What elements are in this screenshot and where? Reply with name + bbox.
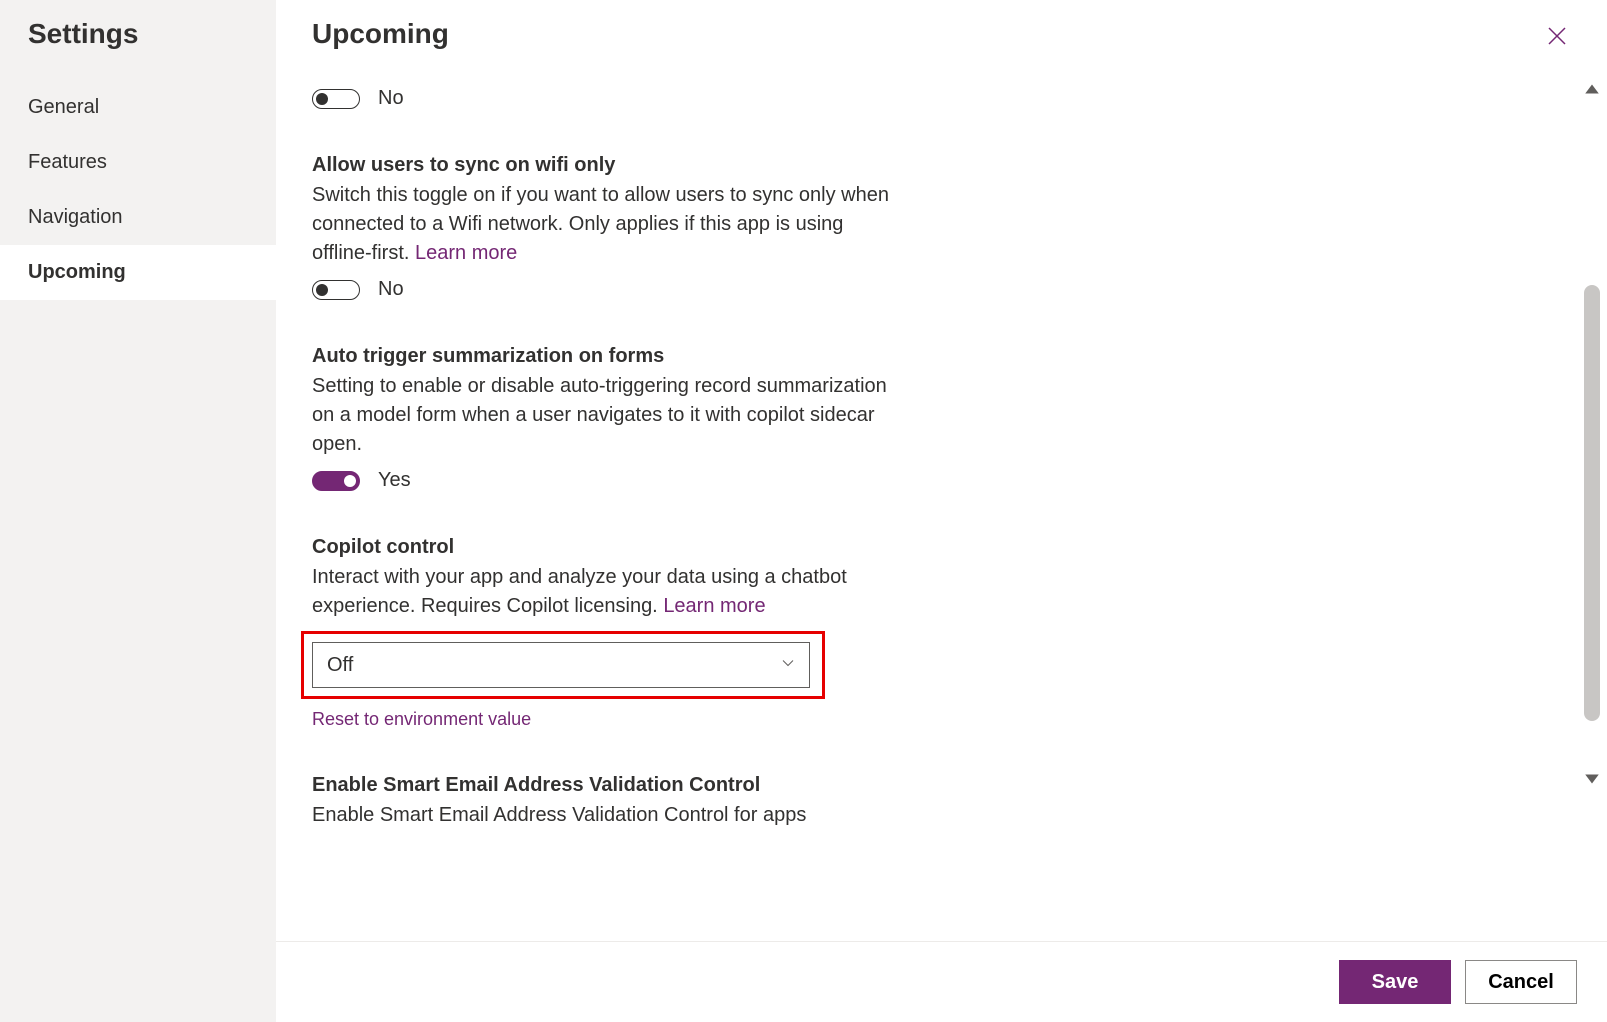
copilot-highlight-box: Off — [301, 631, 825, 699]
setting-auto-summarize-title: Auto trigger summarization on forms — [312, 345, 892, 368]
setting-wifi-sync-desc: Switch this toggle on if you want to all… — [312, 181, 892, 268]
copilot-control-select[interactable]: Off — [312, 642, 810, 688]
setting-smart-email-desc: Enable Smart Email Address Validation Co… — [312, 801, 892, 830]
scroll-down-arrow[interactable] — [1583, 770, 1601, 793]
toggle-auto-summarize-label: Yes — [378, 469, 411, 492]
toggle-previous[interactable] — [312, 89, 360, 109]
setting-wifi-sync: Allow users to sync on wifi only Switch … — [312, 154, 892, 301]
close-icon — [1545, 24, 1569, 48]
wifi-sync-learn-more-link[interactable]: Learn more — [415, 242, 517, 264]
toggle-auto-summarize[interactable] — [312, 471, 360, 491]
page-title: Upcoming — [312, 18, 449, 50]
main-panel: Upcoming No Allow users to sync on wifi … — [276, 0, 1607, 1022]
footer: Save Cancel — [276, 941, 1607, 1022]
setting-copilot-control: Copilot control Interact with your app a… — [312, 536, 892, 730]
scroll-up-arrow[interactable] — [1583, 80, 1601, 103]
sidebar-item-upcoming[interactable]: Upcoming — [0, 245, 276, 300]
setting-wifi-sync-title: Allow users to sync on wifi only — [312, 154, 892, 177]
copilot-select-value: Off — [327, 654, 353, 677]
sidebar-item-general[interactable]: General — [0, 80, 276, 135]
main-header: Upcoming — [276, 0, 1607, 59]
copilot-learn-more-link[interactable]: Learn more — [663, 595, 765, 617]
setting-smart-email: Enable Smart Email Address Validation Co… — [312, 774, 892, 830]
app-root: Settings General Features Navigation Upc… — [0, 0, 1607, 1022]
sidebar-title: Settings — [0, 18, 276, 80]
cancel-button[interactable]: Cancel — [1465, 960, 1577, 1004]
save-button[interactable]: Save — [1339, 960, 1451, 1004]
setting-auto-summarize-desc: Setting to enable or disable auto-trigge… — [312, 372, 892, 459]
sidebar-item-features[interactable]: Features — [0, 135, 276, 190]
setting-copilot-desc: Interact with your app and analyze your … — [312, 563, 892, 621]
sidebar-item-navigation[interactable]: Navigation — [0, 190, 276, 245]
setting-previous-toggle: No — [312, 87, 892, 110]
setting-copilot-title: Copilot control — [312, 536, 892, 559]
toggle-previous-label: No — [378, 87, 404, 110]
close-button[interactable] — [1539, 18, 1575, 59]
copilot-reset-link[interactable]: Reset to environment value — [312, 709, 531, 730]
toggle-wifi-sync[interactable] — [312, 280, 360, 300]
setting-smart-email-title: Enable Smart Email Address Validation Co… — [312, 774, 892, 797]
toggle-wifi-sync-label: No — [378, 278, 404, 301]
setting-auto-summarize: Auto trigger summarization on forms Sett… — [312, 345, 892, 492]
settings-sidebar: Settings General Features Navigation Upc… — [0, 0, 276, 1022]
content-area: No Allow users to sync on wifi only Swit… — [276, 59, 1607, 941]
scrollbar-thumb[interactable] — [1584, 285, 1600, 721]
